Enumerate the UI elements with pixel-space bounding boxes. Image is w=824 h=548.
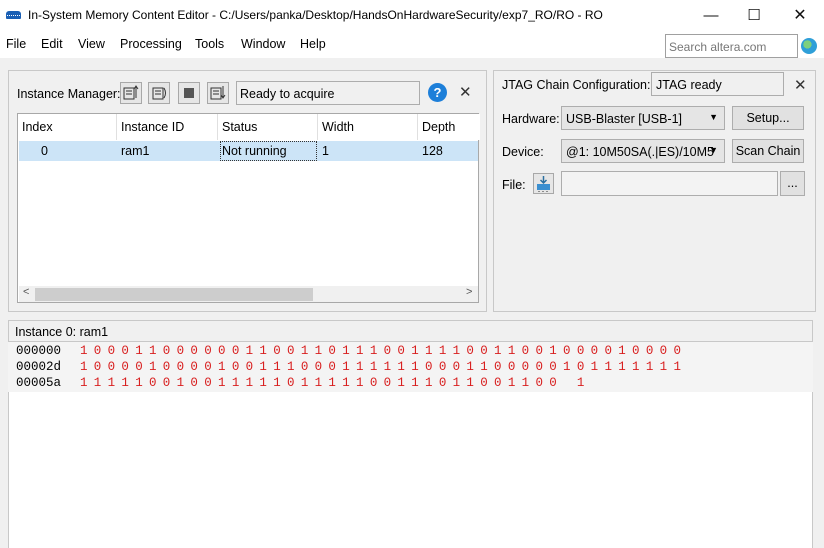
hardware-value: USB-Blaster [USB-1] [566, 112, 683, 126]
menu-help[interactable]: Help [300, 37, 326, 51]
jtag-close-button[interactable]: ✕ [794, 76, 807, 94]
menu-tools[interactable]: Tools [195, 37, 224, 51]
setup-button[interactable]: Setup... [732, 106, 804, 130]
device-label: Device: [502, 145, 544, 159]
scan-chain-button[interactable]: Scan Chain [732, 139, 804, 163]
continuous-read-icon [152, 87, 166, 100]
stop-icon [184, 88, 194, 98]
cell-status: Not running [222, 144, 287, 158]
column-header-depth[interactable]: Depth [418, 114, 480, 140]
write-icon [210, 86, 226, 100]
download-chip-icon [537, 176, 550, 192]
globe-icon[interactable] [801, 38, 817, 54]
dropdown-arrow-icon: ▼ [709, 145, 718, 155]
memory-instance-header: Instance 0: ram1 [8, 320, 813, 342]
cell-instance-id: ram1 [121, 144, 150, 158]
cell-index: 0 [41, 144, 48, 158]
close-window-button[interactable]: ✕ [777, 0, 823, 32]
scroll-right-arrow[interactable]: > [466, 286, 472, 298]
browse-file-button[interactable]: ... [780, 171, 805, 196]
hardware-label: Hardware: [502, 112, 560, 126]
memory-bits[interactable]: 11111001001111101111100111011001100 1 [80, 376, 591, 390]
cell-width: 1 [322, 144, 329, 158]
memory-bits[interactable]: 1000110000001100110111001111001100100001… [80, 344, 687, 358]
minimize-button[interactable]: — [688, 0, 734, 32]
memory-address: 00005a [16, 376, 62, 390]
instance-manager-label: Instance Manager: [17, 87, 121, 101]
menu-view[interactable]: View [78, 37, 105, 51]
menu-file[interactable]: File [6, 37, 26, 51]
memory-address: 000000 [16, 344, 62, 358]
hardware-select[interactable]: USB-Blaster [USB-1] ▼ [561, 106, 725, 130]
stop-button[interactable] [178, 82, 200, 104]
menu-processing[interactable]: Processing [120, 37, 182, 51]
help-icon[interactable]: ? [428, 83, 447, 102]
menu-window[interactable]: Window [241, 37, 285, 51]
jtag-title: JTAG Chain Configuration: [502, 78, 651, 92]
device-select[interactable]: @1: 10M50SA(.|ES)/10M5 ▼ [561, 139, 725, 163]
continuous-read-button[interactable] [148, 82, 170, 104]
acquire-status-field: Ready to acquire [236, 81, 420, 105]
column-header-width[interactable]: Width [318, 114, 418, 140]
app-icon [6, 11, 21, 19]
scrollbar-thumb[interactable] [35, 288, 313, 301]
column-header-status[interactable]: Status [218, 114, 318, 140]
column-header-index[interactable]: Index [18, 114, 117, 140]
search-input[interactable]: Search altera.com [665, 34, 798, 58]
window-title: In-System Memory Content Editor - C:/Use… [28, 8, 603, 22]
memory-address: 00002d [16, 360, 62, 374]
memory-bits[interactable]: 1000010000100111000111111000110000010111… [80, 360, 687, 374]
read-icon [123, 85, 139, 100]
file-label: File: [502, 178, 526, 192]
dropdown-arrow-icon: ▼ [709, 112, 718, 122]
instance-table: Index Instance ID Status Width Depth 0 r… [17, 113, 480, 303]
device-value: @1: 10M50SA(.|ES)/10M5 [566, 145, 714, 159]
menu-edit[interactable]: Edit [41, 37, 63, 51]
read-data-button[interactable] [120, 82, 142, 104]
instance-manager-close-button[interactable]: ✕ [459, 83, 472, 101]
jtag-status-field: JTAG ready [651, 72, 784, 96]
scroll-left-arrow[interactable]: < [23, 286, 29, 298]
cell-depth: 128 [422, 144, 443, 158]
maximize-button[interactable]: ☐ [731, 0, 777, 32]
program-device-button[interactable] [533, 173, 554, 194]
column-header-instance-id[interactable]: Instance ID [117, 114, 218, 140]
file-path-input[interactable] [561, 171, 778, 196]
write-data-button[interactable] [207, 82, 229, 104]
horizontal-scrollbar[interactable]: < > [19, 286, 478, 302]
